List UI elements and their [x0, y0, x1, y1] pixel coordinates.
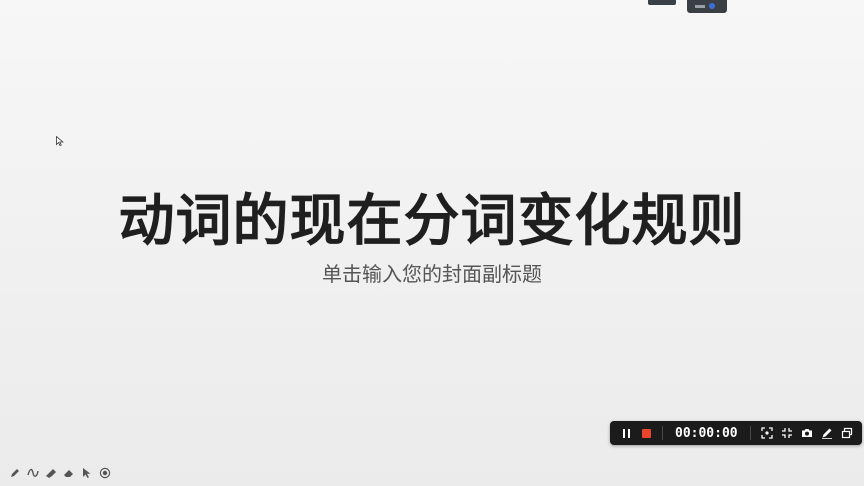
window-button[interactable]: [837, 421, 857, 445]
region-select-button[interactable]: [757, 421, 777, 445]
pen-icon: [821, 428, 832, 439]
pause-icon: [622, 428, 630, 438]
slide-title[interactable]: 动词的现在分词变化规则: [0, 176, 864, 257]
curve-icon: [27, 468, 39, 477]
shrink-icon: [781, 428, 792, 438]
pointer-tool-button[interactable]: [78, 466, 96, 480]
toolbar-divider: [749, 426, 751, 440]
eraser-tool-button[interactable]: [60, 466, 78, 480]
thumbnail-indicator: [709, 3, 715, 9]
pointer-icon: [83, 468, 91, 478]
marker-tool-button[interactable]: [42, 466, 60, 480]
draw-button[interactable]: [817, 421, 837, 445]
marker-icon: [46, 469, 56, 478]
pen-icon: [11, 469, 19, 477]
eraser-icon: [64, 470, 73, 477]
pause-button[interactable]: [616, 421, 636, 445]
mouse-cursor-icon: [56, 136, 64, 146]
camera-icon: [801, 429, 812, 437]
recording-toolbar: 00:00:00: [610, 421, 862, 445]
region-select-icon: [760, 427, 773, 439]
stop-icon: [641, 428, 651, 438]
window-icon: [841, 427, 852, 439]
shrink-button[interactable]: [777, 421, 797, 445]
curve-tool-button[interactable]: [24, 466, 42, 480]
recording-timer: 00:00:00: [675, 425, 738, 441]
top-thumbnail-left[interactable]: [648, 0, 676, 5]
record-target-button[interactable]: [96, 466, 114, 480]
presentation-slide: 动词的现在分词变化规则 单击输入您的封面副标题 00:00:00: [0, 0, 864, 486]
slide-subtitle[interactable]: 单击输入您的封面副标题: [0, 258, 864, 287]
annotation-toolbar: [6, 466, 114, 480]
top-thumbnail-right[interactable]: [687, 0, 727, 13]
pen-tool-button[interactable]: [6, 466, 24, 480]
thumbnail-bar: [695, 5, 705, 8]
toolbar-divider: [662, 426, 663, 440]
screenshot-button[interactable]: [797, 421, 817, 445]
record-target-icon: [99, 467, 111, 479]
stop-button[interactable]: [636, 421, 656, 445]
